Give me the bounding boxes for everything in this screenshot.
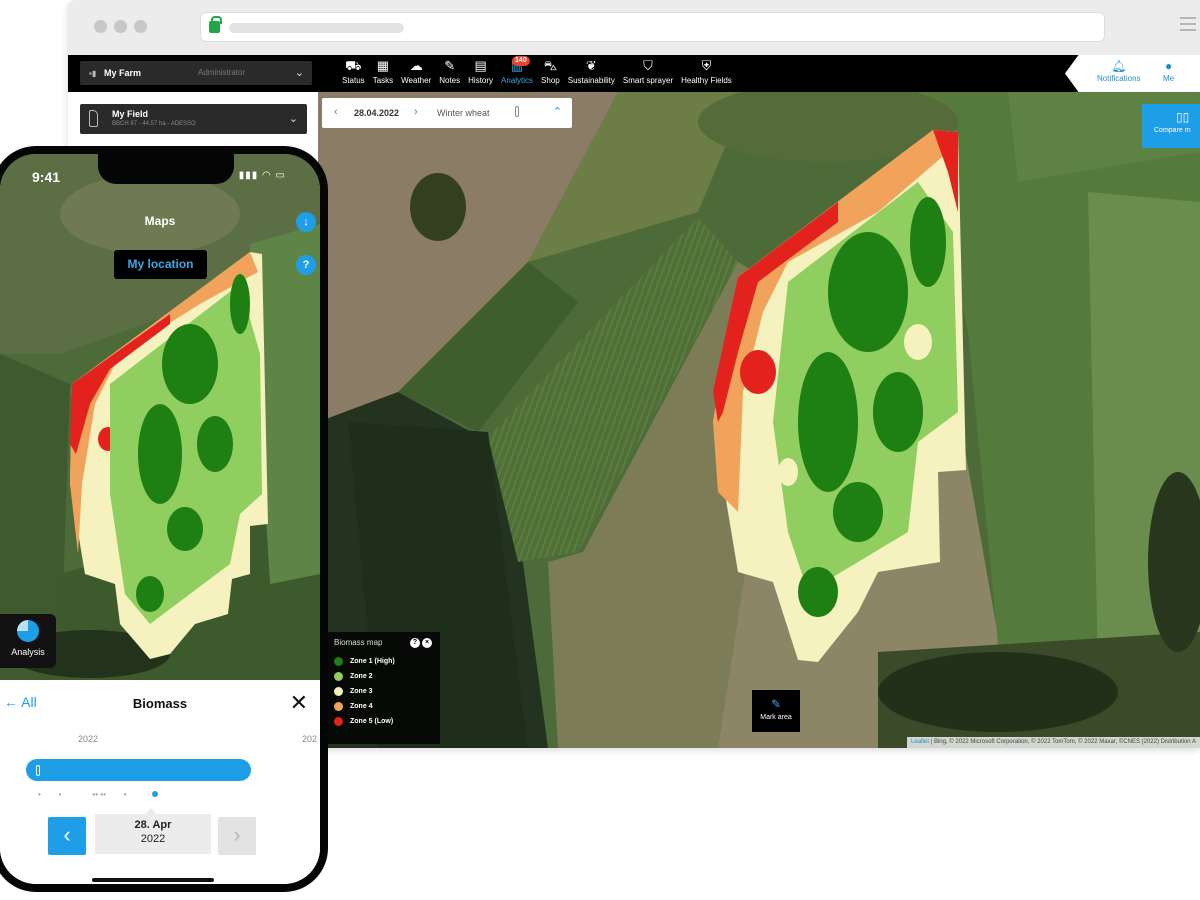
shield-icon: ⛨ bbox=[701, 58, 712, 73]
window-close-dot[interactable] bbox=[94, 20, 107, 33]
timeline-year-label: 2022 bbox=[78, 734, 99, 744]
nav-smart-sprayer[interactable]: ⛉ Smart sprayer bbox=[619, 57, 677, 90]
address-bar[interactable] bbox=[200, 12, 1105, 42]
phone-map[interactable] bbox=[0, 154, 320, 680]
notes-icon: ✎ bbox=[444, 58, 456, 73]
signal-wifi-battery-icon: ▮▮▮ ◠ ▭ bbox=[238, 170, 286, 181]
phone-notch bbox=[98, 154, 234, 184]
me-button[interactable]: ● Me bbox=[1163, 59, 1174, 83]
next-date-button[interactable]: › bbox=[218, 817, 256, 855]
leaf-icon: ❦ bbox=[585, 58, 597, 73]
nav-status[interactable]: ⛟ Status bbox=[338, 57, 369, 90]
user-icon: ● bbox=[1164, 59, 1173, 73]
lock-icon bbox=[209, 16, 222, 33]
compare-maps-button[interactable]: ▯▯ Compare m bbox=[1142, 104, 1200, 148]
date-crop-bar: ‹ 28.04.2022 › Winter wheat ⌃ bbox=[322, 98, 572, 128]
window-maximize-dot[interactable] bbox=[134, 20, 147, 33]
analysis-button[interactable]: Analysis bbox=[0, 614, 56, 668]
field-shape-icon bbox=[89, 110, 98, 127]
legend-zone-1: Zone 1 (High) bbox=[334, 654, 434, 669]
user-panel: 🔔︎ Notifications ● Me bbox=[1065, 55, 1200, 92]
top-navigation: ▪▮ My Farm Administrator ⌄ ⛟ Status ▦ Task… bbox=[68, 55, 1200, 92]
phone-device: 9:41 ▮▮▮ ◠ ▭ Maps My location ↓ ? Analys… bbox=[0, 146, 328, 892]
selected-date: 28. Apr 2022 bbox=[95, 814, 211, 854]
zone-swatch bbox=[334, 687, 343, 696]
mark-area-button[interactable]: ✎ Mark area bbox=[752, 690, 800, 732]
status-time: 9:41 bbox=[32, 169, 61, 185]
home-indicator bbox=[92, 878, 214, 882]
previous-date-button[interactable]: ‹ bbox=[48, 817, 86, 855]
sprayer-icon: ⛉ bbox=[643, 58, 653, 73]
nav-notes[interactable]: ✎ Notes bbox=[435, 57, 464, 90]
pie-chart-icon bbox=[17, 620, 39, 642]
close-icon[interactable]: ✕ bbox=[290, 690, 308, 716]
browser-menu-icon[interactable] bbox=[1180, 17, 1196, 33]
slider-handle[interactable] bbox=[36, 765, 40, 776]
phone-screen: 9:41 ▮▮▮ ◠ ▭ Maps My location ↓ ? Analys… bbox=[0, 154, 320, 884]
download-icon[interactable]: ↓ bbox=[296, 212, 316, 232]
help-icon[interactable]: ? bbox=[296, 255, 316, 275]
maps-title: Maps bbox=[144, 214, 176, 228]
satellite-map[interactable]: ‹ 28.04.2022 › Winter wheat ⌃ ▯▯ Compare… bbox=[318, 92, 1200, 748]
analytics-badge: 140 bbox=[512, 56, 530, 66]
farm-icon: ▪▮ bbox=[89, 69, 97, 78]
weather-icon: ☁ bbox=[409, 58, 423, 73]
zone-swatch bbox=[334, 672, 343, 681]
zone-swatch bbox=[334, 702, 343, 711]
legend-zone-5: Zone 5 (Low) bbox=[334, 714, 434, 729]
cart-icon: ⛍ bbox=[543, 58, 558, 73]
map-date: 28.04.2022 bbox=[354, 108, 400, 118]
nav-healthy-fields[interactable]: ⛨ Healthy Fields bbox=[677, 57, 736, 90]
legend-zone-2: Zone 2 bbox=[334, 669, 434, 684]
url-placeholder bbox=[229, 23, 404, 33]
my-location-button[interactable]: My location bbox=[114, 250, 207, 279]
leaflet-link[interactable]: Leaflet bbox=[911, 739, 929, 745]
farm-selector[interactable]: ▪▮ My Farm Administrator ⌄ bbox=[80, 61, 312, 85]
chevron-down-icon: ⌄ bbox=[288, 113, 298, 125]
timeline-ticks: • • •• •• • bbox=[38, 790, 127, 799]
map-imagery bbox=[318, 92, 1200, 748]
map-attribution: Leaflet | Bing, © 2022 Microsoft Corpora… bbox=[907, 737, 1200, 748]
calendar-icon: ▦ bbox=[376, 58, 390, 73]
pencil-icon: ✎ bbox=[770, 697, 782, 711]
farm-name: My Farm bbox=[104, 68, 142, 78]
legend-zone-4: Zone 4 bbox=[334, 699, 434, 714]
previous-date-button[interactable]: ‹ bbox=[334, 106, 338, 118]
book-icon: ▯▯ bbox=[1176, 110, 1190, 124]
history-icon: ▤ bbox=[474, 58, 487, 73]
field-selector[interactable]: My Field BBCH 87 - 44.57 ha - ADESSO ⌄ bbox=[80, 104, 307, 134]
nav-sustainability[interactable]: ❦ Sustainability bbox=[564, 57, 619, 90]
zone-swatch bbox=[334, 717, 343, 726]
close-icon[interactable]: × bbox=[422, 638, 432, 648]
nav-weather[interactable]: ☁ Weather bbox=[397, 57, 435, 90]
nav-analytics[interactable]: 140▥Analytics bbox=[497, 56, 537, 90]
bell-icon: 🔔︎ bbox=[1111, 59, 1127, 73]
selected-date-dot bbox=[152, 791, 158, 797]
biomass-legend: Biomass map ? × Zone 1 (High) Zone 2 Zone… bbox=[328, 632, 440, 744]
help-icon[interactable]: ? bbox=[410, 638, 420, 648]
biomass-sheet: ← All Biomass ✕ 2022 202 • • •• •• • ‹ 2… bbox=[0, 680, 320, 884]
crop-name: Winter wheat bbox=[437, 108, 490, 118]
browser-chrome bbox=[68, 0, 1200, 55]
nav-history[interactable]: ▤ History bbox=[464, 57, 497, 90]
zone-swatch bbox=[334, 657, 343, 666]
notifications-button[interactable]: 🔔︎ Notifications bbox=[1097, 59, 1141, 83]
nav-tasks[interactable]: ▦ Tasks bbox=[369, 57, 397, 90]
nav-shop[interactable]: ⛍ Shop bbox=[537, 57, 564, 90]
timeline-slider[interactable] bbox=[26, 759, 251, 781]
next-date-button[interactable]: › bbox=[414, 106, 418, 118]
main-menu: ⛟ Status ▦ Tasks ☁ Weather ✎ Notes ▤ History … bbox=[338, 56, 736, 90]
legend-zone-3: Zone 3 bbox=[334, 684, 434, 699]
growth-stage-icon bbox=[515, 106, 519, 117]
chevron-up-icon[interactable]: ⌃ bbox=[553, 105, 562, 118]
chevron-down-icon: ⌄ bbox=[294, 67, 304, 79]
timeline-year-label: 202 bbox=[302, 734, 318, 744]
sheet-title: Biomass bbox=[132, 696, 188, 711]
window-minimize-dot[interactable] bbox=[114, 20, 127, 33]
tractor-icon: ⛟ bbox=[345, 58, 362, 73]
field-name: My Field bbox=[112, 109, 149, 119]
field-details: BBCH 87 - 44.57 ha - ADESSO bbox=[112, 121, 196, 127]
farm-role: Administrator bbox=[198, 68, 246, 77]
